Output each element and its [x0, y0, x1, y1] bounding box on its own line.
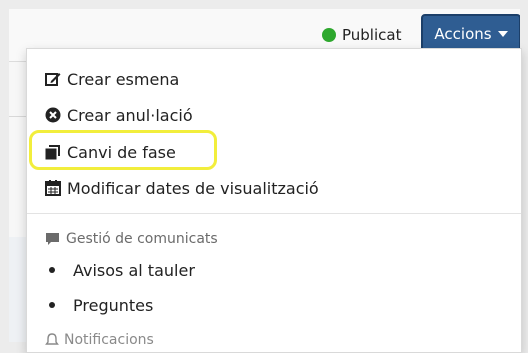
menu-item-modificar-dates[interactable]: Modificar dates de visualització: [45, 176, 319, 200]
edit-icon: [45, 71, 61, 87]
menu-item-avisos-tauler[interactable]: Avisos al tauler: [49, 259, 195, 281]
menu-item-label: Crear anul·lació: [67, 105, 193, 125]
status-label: Publicat: [342, 26, 402, 44]
menu-item-crear-anullacio[interactable]: Crear anul·lació: [45, 103, 193, 127]
menu-item-canvi-de-fase[interactable]: Canvi de fase: [45, 140, 176, 164]
bullet-icon: [49, 302, 55, 308]
actions-button-label: Accions: [434, 25, 492, 43]
comment-icon: [45, 232, 60, 246]
section-header-label: Gestió de comunicats: [66, 231, 218, 247]
caret-down-icon: [497, 31, 508, 37]
status-indicator: Publicat: [322, 24, 401, 46]
section-header-gestio-comunicats: Gestió de comunicats: [45, 229, 218, 249]
bell-icon: [45, 333, 59, 347]
actions-dropdown-menu: Crear esmena Crear anul·lació Canvi de f…: [26, 48, 522, 353]
status-dot-icon: [322, 28, 336, 42]
menu-item-crear-esmena[interactable]: Crear esmena: [45, 67, 179, 91]
menu-item-label: Canvi de fase: [67, 142, 176, 162]
menu-divider: [27, 213, 521, 214]
bullet-icon: [49, 267, 55, 273]
menu-item-label: Modificar dates de visualització: [67, 178, 319, 198]
menu-item-label: Crear esmena: [67, 69, 180, 89]
times-circle-icon: [45, 107, 61, 123]
calendar-icon: [45, 180, 61, 196]
section-header-notificacions[interactable]: Notificacions: [45, 330, 154, 350]
section-header-label: Notificacions: [64, 332, 154, 348]
menu-item-label: Preguntes: [73, 295, 154, 315]
clone-icon: [45, 144, 61, 160]
menu-item-preguntes[interactable]: Preguntes: [49, 294, 153, 316]
menu-item-label: Avisos al tauler: [73, 260, 195, 280]
